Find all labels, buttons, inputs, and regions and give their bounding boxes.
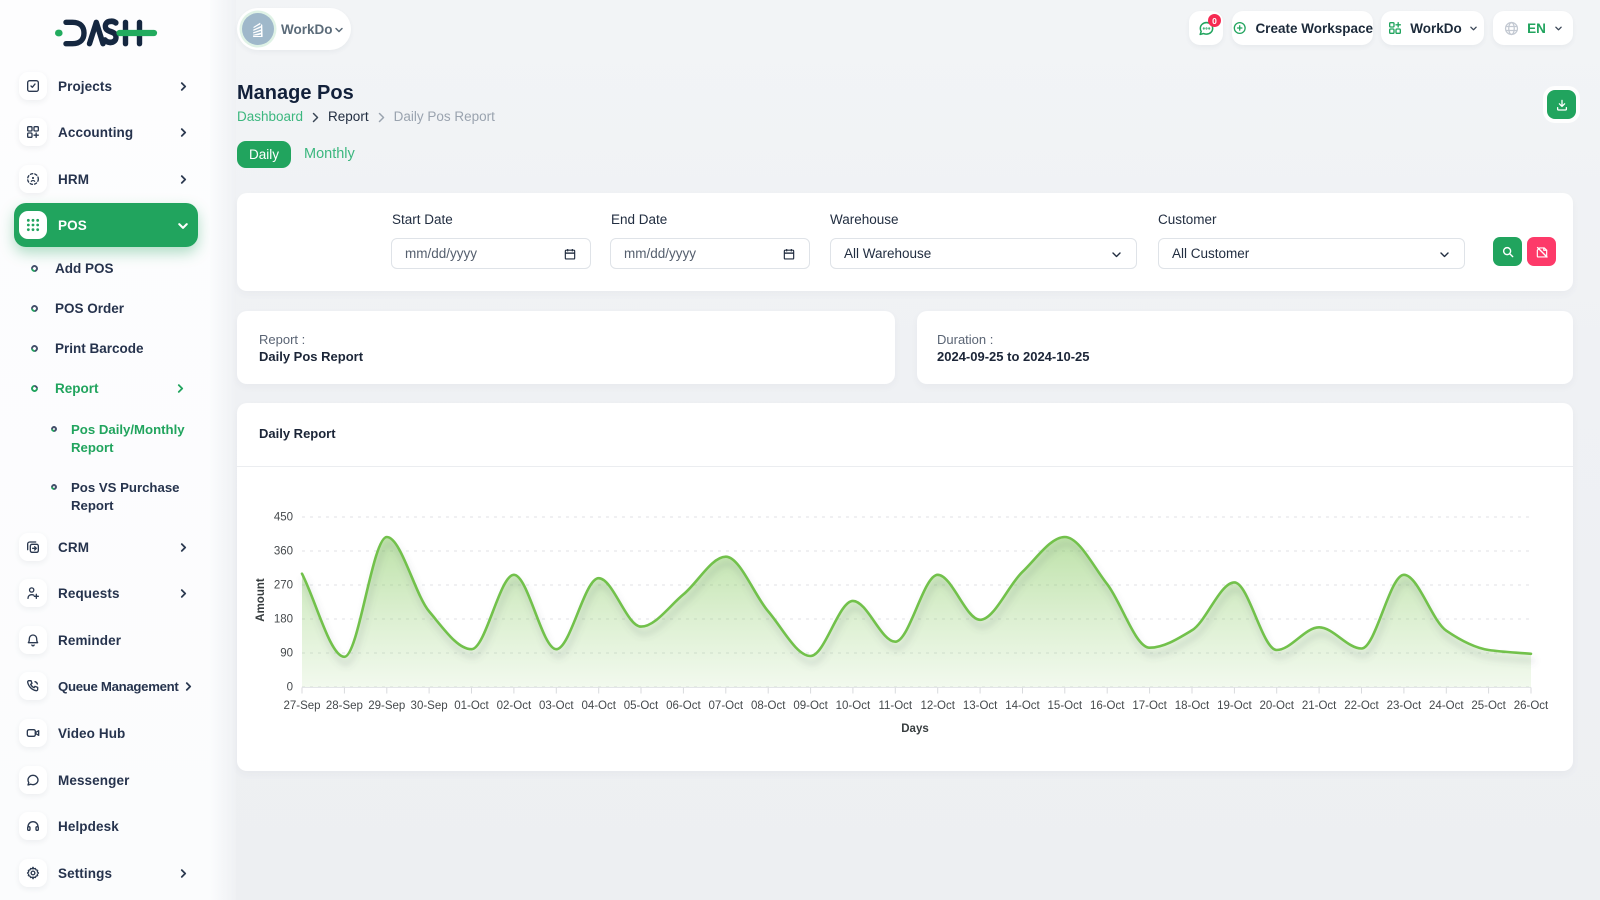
svg-text:20-Oct: 20-Oct xyxy=(1259,700,1294,712)
svg-text:22-Oct: 22-Oct xyxy=(1344,700,1379,712)
svg-text:26-Oct: 26-Oct xyxy=(1514,700,1549,712)
svg-text:180: 180 xyxy=(274,614,293,626)
svg-text:12-Oct: 12-Oct xyxy=(920,700,955,712)
svg-text:06-Oct: 06-Oct xyxy=(666,700,701,712)
svg-text:17-Oct: 17-Oct xyxy=(1132,700,1167,712)
svg-text:11-Oct: 11-Oct xyxy=(878,700,912,712)
svg-text:90: 90 xyxy=(280,648,293,660)
svg-text:27-Sep: 27-Sep xyxy=(283,700,320,712)
svg-text:04-Oct: 04-Oct xyxy=(581,700,616,712)
svg-text:19-Oct: 19-Oct xyxy=(1217,700,1252,712)
svg-text:Days: Days xyxy=(901,723,929,735)
svg-text:01-Oct: 01-Oct xyxy=(454,700,489,712)
svg-text:16-Oct: 16-Oct xyxy=(1090,700,1125,712)
svg-text:29-Sep: 29-Sep xyxy=(368,700,405,712)
svg-text:10-Oct: 10-Oct xyxy=(836,700,871,712)
svg-text:0: 0 xyxy=(287,682,293,694)
svg-text:18-Oct: 18-Oct xyxy=(1175,700,1210,712)
svg-text:21-Oct: 21-Oct xyxy=(1302,700,1337,712)
svg-text:03-Oct: 03-Oct xyxy=(539,700,574,712)
svg-text:07-Oct: 07-Oct xyxy=(709,700,744,712)
svg-text:360: 360 xyxy=(274,546,293,558)
svg-text:25-Oct: 25-Oct xyxy=(1471,700,1506,712)
svg-text:450: 450 xyxy=(274,512,293,524)
svg-text:15-Oct: 15-Oct xyxy=(1048,700,1083,712)
svg-text:23-Oct: 23-Oct xyxy=(1387,700,1422,712)
svg-text:28-Sep: 28-Sep xyxy=(326,700,363,712)
svg-text:30-Sep: 30-Sep xyxy=(411,700,448,712)
svg-text:02-Oct: 02-Oct xyxy=(497,700,532,712)
svg-text:13-Oct: 13-Oct xyxy=(963,700,998,712)
svg-text:08-Oct: 08-Oct xyxy=(751,700,786,712)
svg-text:09-Oct: 09-Oct xyxy=(793,700,828,712)
svg-text:Amount: Amount xyxy=(255,578,267,622)
svg-text:24-Oct: 24-Oct xyxy=(1429,700,1464,712)
svg-text:05-Oct: 05-Oct xyxy=(624,700,659,712)
svg-text:270: 270 xyxy=(274,580,293,592)
svg-text:14-Oct: 14-Oct xyxy=(1005,700,1040,712)
